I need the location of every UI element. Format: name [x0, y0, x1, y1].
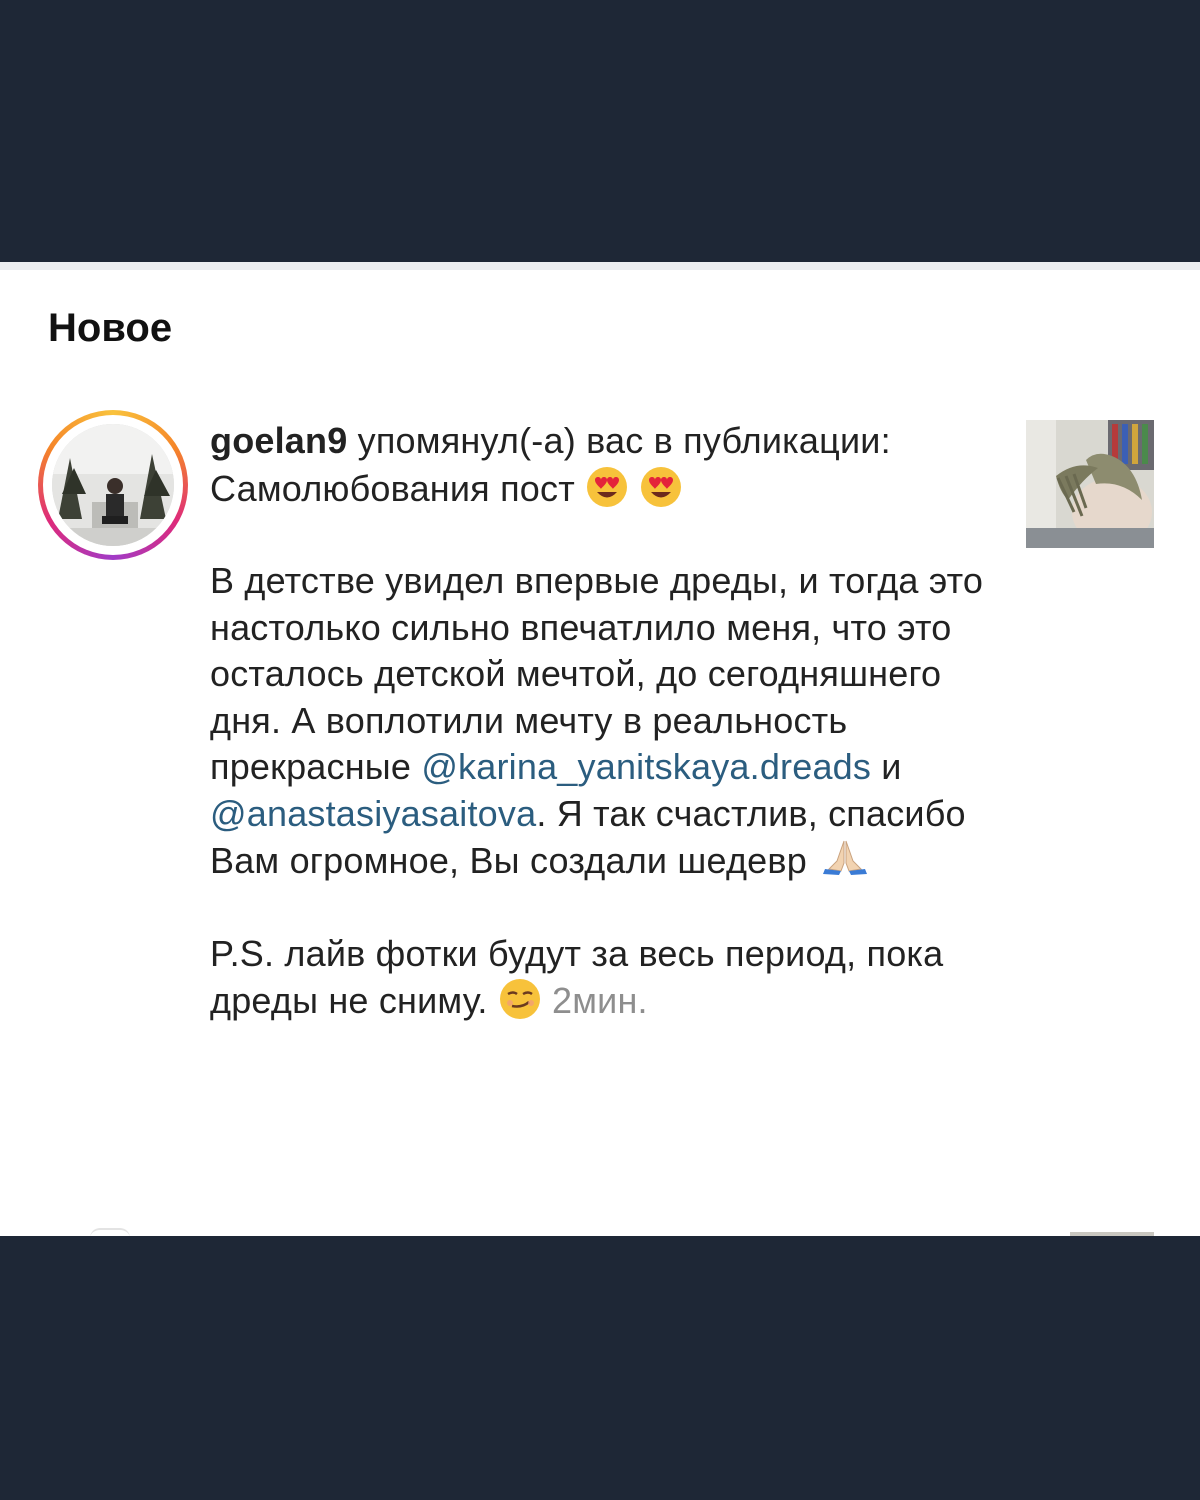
notification-second-paragraph: В детстве увидел впервые дреды, и тогда …: [210, 558, 1000, 885]
action-text: упомянул(-а) вас в публикации:: [347, 420, 891, 461]
heart-eyes-emoji-icon: [585, 465, 629, 509]
next-notification-avatar-peek: [90, 1228, 130, 1236]
next-notification-thumbnail-peek: [1070, 1232, 1154, 1236]
timestamp: 2мин.: [552, 980, 648, 1021]
smirking-face-emoji-icon: [498, 977, 542, 1021]
activity-screen: Новое goelan9 упомянул(-а) вас в публика…: [0, 262, 1200, 1236]
notification-first-paragraph: goelan9 упомянул(-а) вас в публикации: С…: [210, 418, 1000, 512]
mention-link[interactable]: @anastasiyasaitova: [210, 793, 536, 834]
top-divider: [0, 262, 1200, 270]
caption-text: и: [871, 746, 902, 787]
avatar-border: [43, 415, 183, 555]
notification-third-paragraph: P.S. лайв фотки будут за весь период, по…: [210, 931, 1000, 1025]
story-ring-avatar[interactable]: [38, 410, 188, 560]
mention-link[interactable]: @karina_yanitskaya.dreads: [421, 746, 871, 787]
caption-first: Самолюбования пост: [210, 467, 575, 509]
post-thumbnail[interactable]: [1026, 420, 1154, 548]
heart-eyes-emoji-icon: [639, 465, 683, 509]
section-title: Новое: [48, 306, 173, 350]
avatar: [52, 424, 174, 546]
username-link[interactable]: goelan9: [210, 420, 347, 461]
notification-row[interactable]: goelan9 упомянул(-а) вас в публикации: С…: [0, 402, 1200, 1222]
notification-text: goelan9 упомянул(-а) вас в публикации: С…: [210, 418, 1000, 1025]
praying-hands-emoji-icon: [817, 837, 873, 877]
